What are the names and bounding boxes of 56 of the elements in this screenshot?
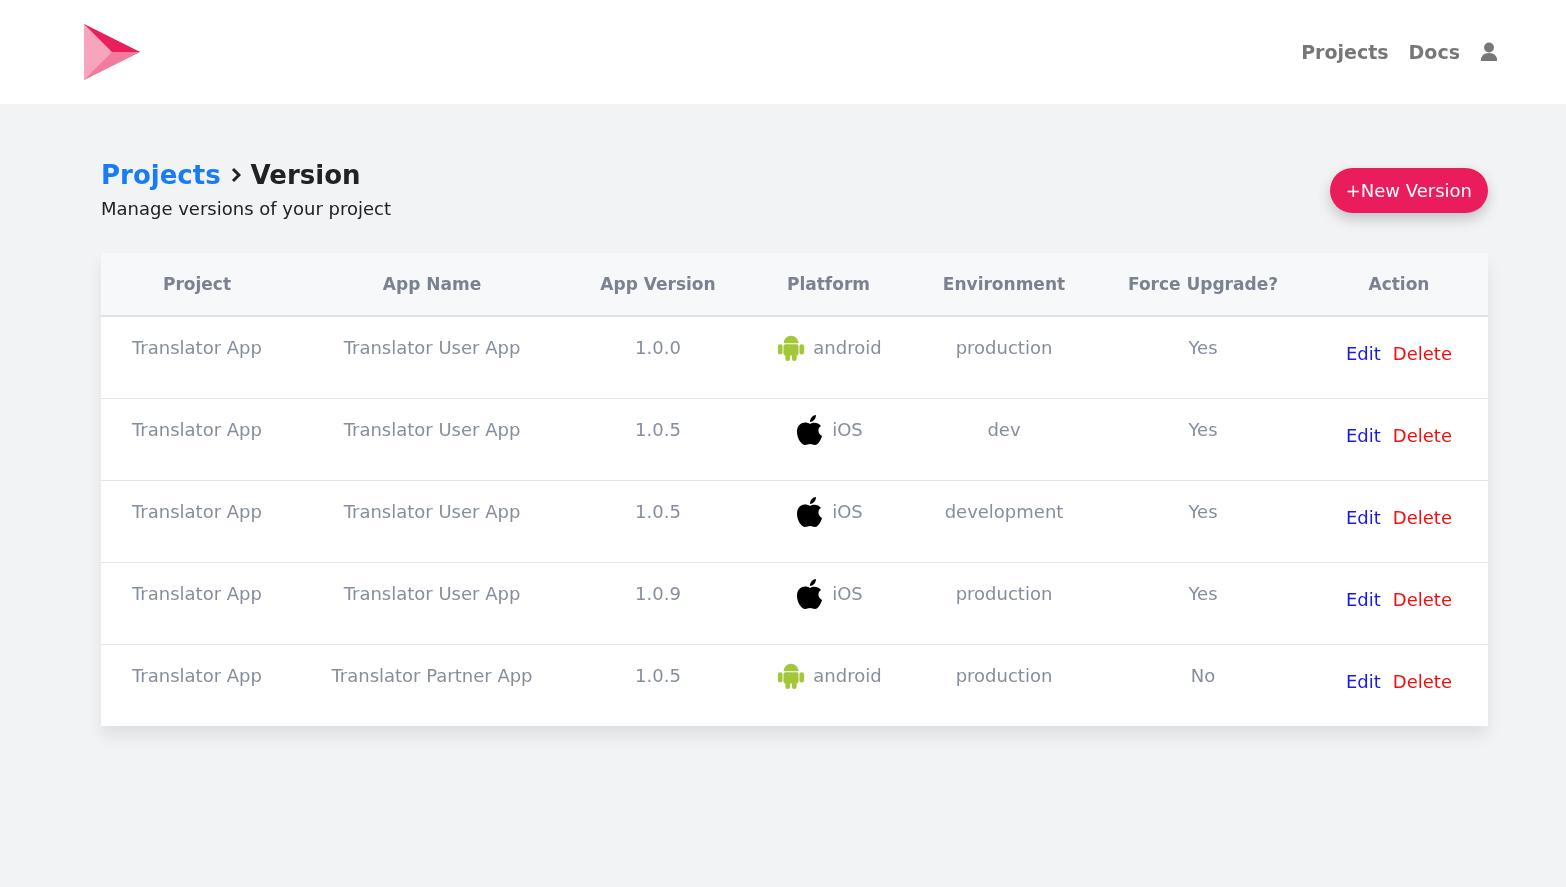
- table-cell: Translator App: [132, 337, 262, 358]
- platform-label: iOS: [832, 500, 863, 522]
- nav-link[interactable]: Projects: [1301, 41, 1389, 63]
- delete-link[interactable]: Delete: [1392, 507, 1452, 562]
- table-cell: Translator User App: [343, 337, 521, 358]
- table-cell: Yes: [1188, 583, 1218, 604]
- new-version-button[interactable]: +New Version: [1329, 168, 1488, 213]
- user-icon[interactable]: [1480, 42, 1498, 62]
- platform-label: android: [813, 336, 882, 358]
- table-cell: Translator App: [132, 419, 262, 440]
- column-header: Project: [162, 274, 232, 294]
- column-header: App Version: [600, 274, 716, 294]
- table-cell: Translator App: [132, 583, 262, 604]
- table-cell: 1.0.5: [635, 419, 681, 440]
- table-cell: 1.0.9: [635, 583, 681, 604]
- column-header: Force Upgrade?: [1127, 274, 1279, 294]
- chevron-icon: [230, 167, 241, 183]
- delete-link[interactable]: Delete: [1392, 425, 1452, 480]
- table-cell: Yes: [1188, 501, 1218, 522]
- column-header: Action: [1368, 274, 1430, 294]
- table-cell: Translator App: [132, 501, 262, 522]
- logo-icon[interactable]: [82, 22, 142, 82]
- edit-link[interactable]: Edit: [1346, 589, 1381, 644]
- table-cell: Translator User App: [343, 583, 521, 604]
- breadcrumb-link[interactable]: Projects: [101, 160, 221, 190]
- edit-link[interactable]: Edit: [1346, 425, 1381, 480]
- table-cell: 1.0.5: [635, 665, 681, 686]
- table-cell: Translator User App: [343, 501, 521, 522]
- delete-link[interactable]: Delete: [1392, 671, 1452, 726]
- delete-link[interactable]: Delete: [1392, 589, 1452, 644]
- delete-link[interactable]: Delete: [1392, 343, 1452, 398]
- page-subtitle: Manage versions of your project: [101, 198, 391, 219]
- table-cell: Yes: [1188, 337, 1218, 358]
- page-title: Version: [250, 160, 361, 190]
- table-cell: dev: [987, 419, 1021, 440]
- column-header: Environment: [942, 274, 1066, 294]
- table-cell: Yes: [1188, 419, 1218, 440]
- table-cell: production: [955, 665, 1053, 686]
- column-header: Platform: [786, 274, 871, 294]
- nav-link[interactable]: Docs: [1408, 41, 1460, 63]
- platform-label: iOS: [832, 418, 863, 440]
- table-cell: production: [955, 337, 1053, 358]
- table-cell: production: [955, 583, 1053, 604]
- platform-label: iOS: [832, 582, 863, 604]
- table-cell: 1.0.5: [635, 501, 681, 522]
- edit-link[interactable]: Edit: [1346, 343, 1381, 398]
- table-cell: Translator User App: [343, 419, 521, 440]
- edit-link[interactable]: Edit: [1346, 507, 1381, 562]
- table-cell: development: [944, 501, 1064, 522]
- platform-label: android: [813, 664, 882, 686]
- table-cell: Translator App: [132, 665, 262, 686]
- table-cell: No: [1190, 665, 1216, 686]
- edit-link[interactable]: Edit: [1346, 671, 1381, 726]
- table-cell: Translator Partner App: [331, 665, 533, 686]
- column-header: App Name: [382, 274, 482, 294]
- table-cell: 1.0.0: [635, 337, 681, 358]
